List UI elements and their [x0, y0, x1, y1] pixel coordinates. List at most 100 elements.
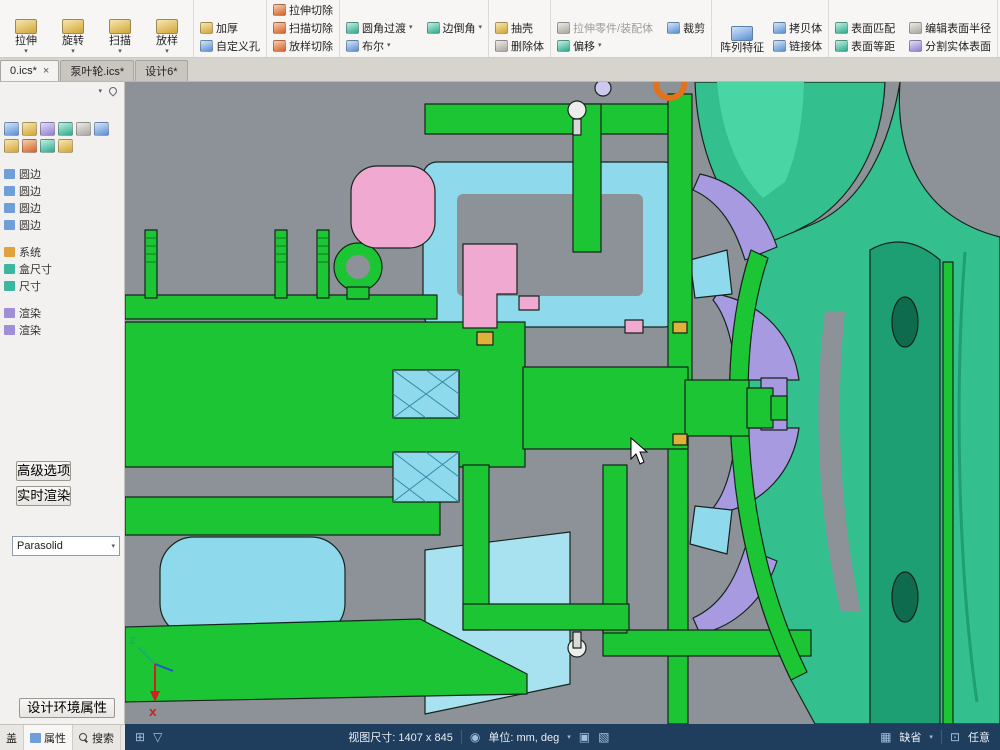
sweep-cut-icon	[273, 22, 286, 34]
render-icon	[4, 308, 15, 318]
extrude-cut-button[interactable]: 拉伸切除	[270, 1, 336, 18]
toolbar-icon-1[interactable]	[4, 122, 19, 136]
boolean-button[interactable]: 布尔 ▾	[343, 37, 485, 54]
units-label[interactable]: 单位: mm, deg	[488, 729, 559, 745]
tree-item-size[interactable]: 尺寸	[2, 277, 122, 294]
tree-item-label: 圆边	[19, 200, 41, 216]
offset-button[interactable]: 偏移 ▾	[554, 37, 708, 54]
document-tabbar: 0.ics* × 泵叶轮.ics* 设计6*	[0, 58, 1000, 82]
close-icon[interactable]: ×	[43, 66, 49, 76]
edit-surface-radius-button[interactable]: 编辑表面半径	[906, 19, 994, 36]
advanced-options-button[interactable]: 高级选项	[16, 461, 71, 481]
viewport-3d[interactable]: Z X	[125, 82, 1000, 724]
tree-item-round-edge-3[interactable]: 圆边	[2, 199, 122, 216]
link-body-button[interactable]: 链接体	[770, 37, 825, 54]
custom-hole-icon	[200, 40, 213, 52]
tab-document-2[interactable]: 泵叶轮.ics*	[60, 60, 134, 81]
kernel-dropdown[interactable]: Parasolid ▾	[12, 536, 120, 556]
delete-body-button[interactable]: 删除体	[492, 37, 547, 54]
section-display-icon[interactable]: ▧	[598, 730, 609, 744]
tab-cover-label: 盖	[6, 730, 17, 746]
tree-item-round-edge-2[interactable]: 圆边	[2, 182, 122, 199]
chamfer-button[interactable]: 边倒角 ▾	[424, 19, 486, 36]
toolbar-icon-6[interactable]	[94, 122, 109, 136]
revolve-label: 旋转	[62, 35, 84, 48]
loft-button[interactable]: 放样 ▾	[144, 0, 190, 57]
loft-cut-icon	[273, 40, 286, 52]
custom-hole-button[interactable]: 自定义孔	[197, 37, 263, 54]
snap-label[interactable]: 任意	[968, 729, 990, 745]
loft-cut-button[interactable]: 放样切除	[270, 37, 336, 54]
tab-document-1[interactable]: 0.ics* ×	[0, 60, 59, 81]
thicken-icon	[200, 22, 213, 34]
boolean-icon	[346, 40, 359, 52]
tree-item-box-size[interactable]: 盒尺寸	[2, 260, 122, 277]
tab-search[interactable]: 搜索	[73, 725, 121, 750]
toolbar-icon-7[interactable]	[4, 139, 19, 153]
kernel-value: Parasolid	[17, 540, 63, 552]
fillet-button[interactable]: 圆角过渡 ▾	[343, 19, 416, 36]
design-env-properties-button[interactable]: 设计环境属性	[19, 698, 115, 718]
link-body-icon	[773, 40, 786, 52]
properties-icon	[30, 733, 41, 743]
sweep-button[interactable]: 扫描 ▾	[97, 0, 143, 57]
edge-icon	[4, 169, 15, 179]
stretch-part-icon	[557, 22, 570, 34]
tree-item-label: 渲染	[19, 305, 41, 321]
tree-item-render-1[interactable]: 渲染	[2, 304, 122, 321]
shell-icon	[495, 22, 508, 34]
cad-app-window: 拉伸 ▾ 旋转 ▾ 扫描 ▾ 放样 ▾	[0, 0, 1000, 750]
sidebar-header: ▾	[0, 82, 124, 100]
sidebar-tree: 圆边 圆边 圆边 圆边 系统 盒尺寸 尺寸 渲染 渲染	[0, 157, 124, 338]
surface-offset-button[interactable]: 表面等距	[832, 37, 898, 54]
realtime-render-button[interactable]: 实时渲染	[16, 486, 71, 506]
ribbon-group-cut: 拉伸切除 扫描切除 放样切除	[267, 0, 340, 57]
toolbar-icon-2[interactable]	[22, 122, 37, 136]
toolbar-icon-5[interactable]	[76, 122, 91, 136]
tab-cover[interactable]: 盖	[0, 725, 24, 750]
collapse-panel-icon[interactable]: ▾	[98, 88, 102, 95]
surface-match-icon	[835, 22, 848, 34]
tree-item-round-edge-1[interactable]: 圆边	[2, 165, 122, 182]
toolbar-icon-8[interactable]	[22, 139, 37, 153]
sweep-cut-button[interactable]: 扫描切除	[270, 19, 336, 36]
tab-document-2-label: 泵叶轮.ics*	[70, 63, 124, 79]
tab-document-3[interactable]: 设计6*	[135, 60, 187, 81]
split-solid-face-label: 分割实体表面	[925, 38, 991, 54]
ruler-icon	[4, 281, 15, 291]
revolve-button[interactable]: 旋转 ▾	[50, 0, 96, 57]
tab-document-3-label: 设计6*	[145, 63, 177, 79]
grid-snap-icon[interactable]: ⊞	[135, 730, 145, 744]
shell-button[interactable]: 抽壳	[492, 19, 547, 36]
solid-display-icon[interactable]: ▣	[579, 730, 590, 744]
tab-document-1-label: 0.ics*	[10, 65, 37, 77]
extrude-cut-label: 拉伸切除	[289, 2, 333, 18]
extrude-icon	[15, 19, 37, 34]
pattern-feature-button[interactable]: 阵列特征	[715, 0, 769, 57]
tree-item-coord-system[interactable]: 系统	[2, 243, 122, 260]
tree-item-round-edge-4[interactable]: 圆边	[2, 216, 122, 233]
thicken-button[interactable]: 加厚	[197, 19, 263, 36]
flange-bolt-hole	[892, 572, 918, 622]
chevron-down-icon: ▾	[24, 48, 28, 55]
copy-body-button[interactable]: 拷贝体	[770, 19, 825, 36]
split-solid-face-button[interactable]: 分割实体表面	[906, 37, 994, 54]
flange-bolt-hole	[892, 297, 918, 347]
loft-label: 放样	[156, 35, 178, 48]
toolbar-icon-10[interactable]	[58, 139, 73, 153]
stretch-part-button[interactable]: 拉伸零件/装配体	[554, 19, 656, 36]
surface-match-button[interactable]: 表面匹配	[832, 19, 898, 36]
extrude-button[interactable]: 拉伸 ▾	[3, 0, 49, 57]
chevron-down-icon: ▾	[111, 543, 115, 550]
preset-label[interactable]: 缺省	[899, 729, 921, 745]
selection-filter-icon[interactable]: ▽	[153, 730, 162, 744]
trim-button[interactable]: 裁剪	[664, 19, 708, 36]
main-area: ▾ 圆边 圆边 圆边 圆边 系统	[0, 82, 1000, 724]
tree-item-render-2[interactable]: 渲染	[2, 321, 122, 338]
tab-properties[interactable]: 属性	[24, 725, 73, 750]
toolbar-icon-3[interactable]	[40, 122, 55, 136]
pin-icon[interactable]	[107, 85, 118, 96]
toolbar-icon-9[interactable]	[40, 139, 55, 153]
ribbon-group-pattern: 阵列特征 拷贝体 链接体	[712, 0, 829, 57]
toolbar-icon-4[interactable]	[58, 122, 73, 136]
